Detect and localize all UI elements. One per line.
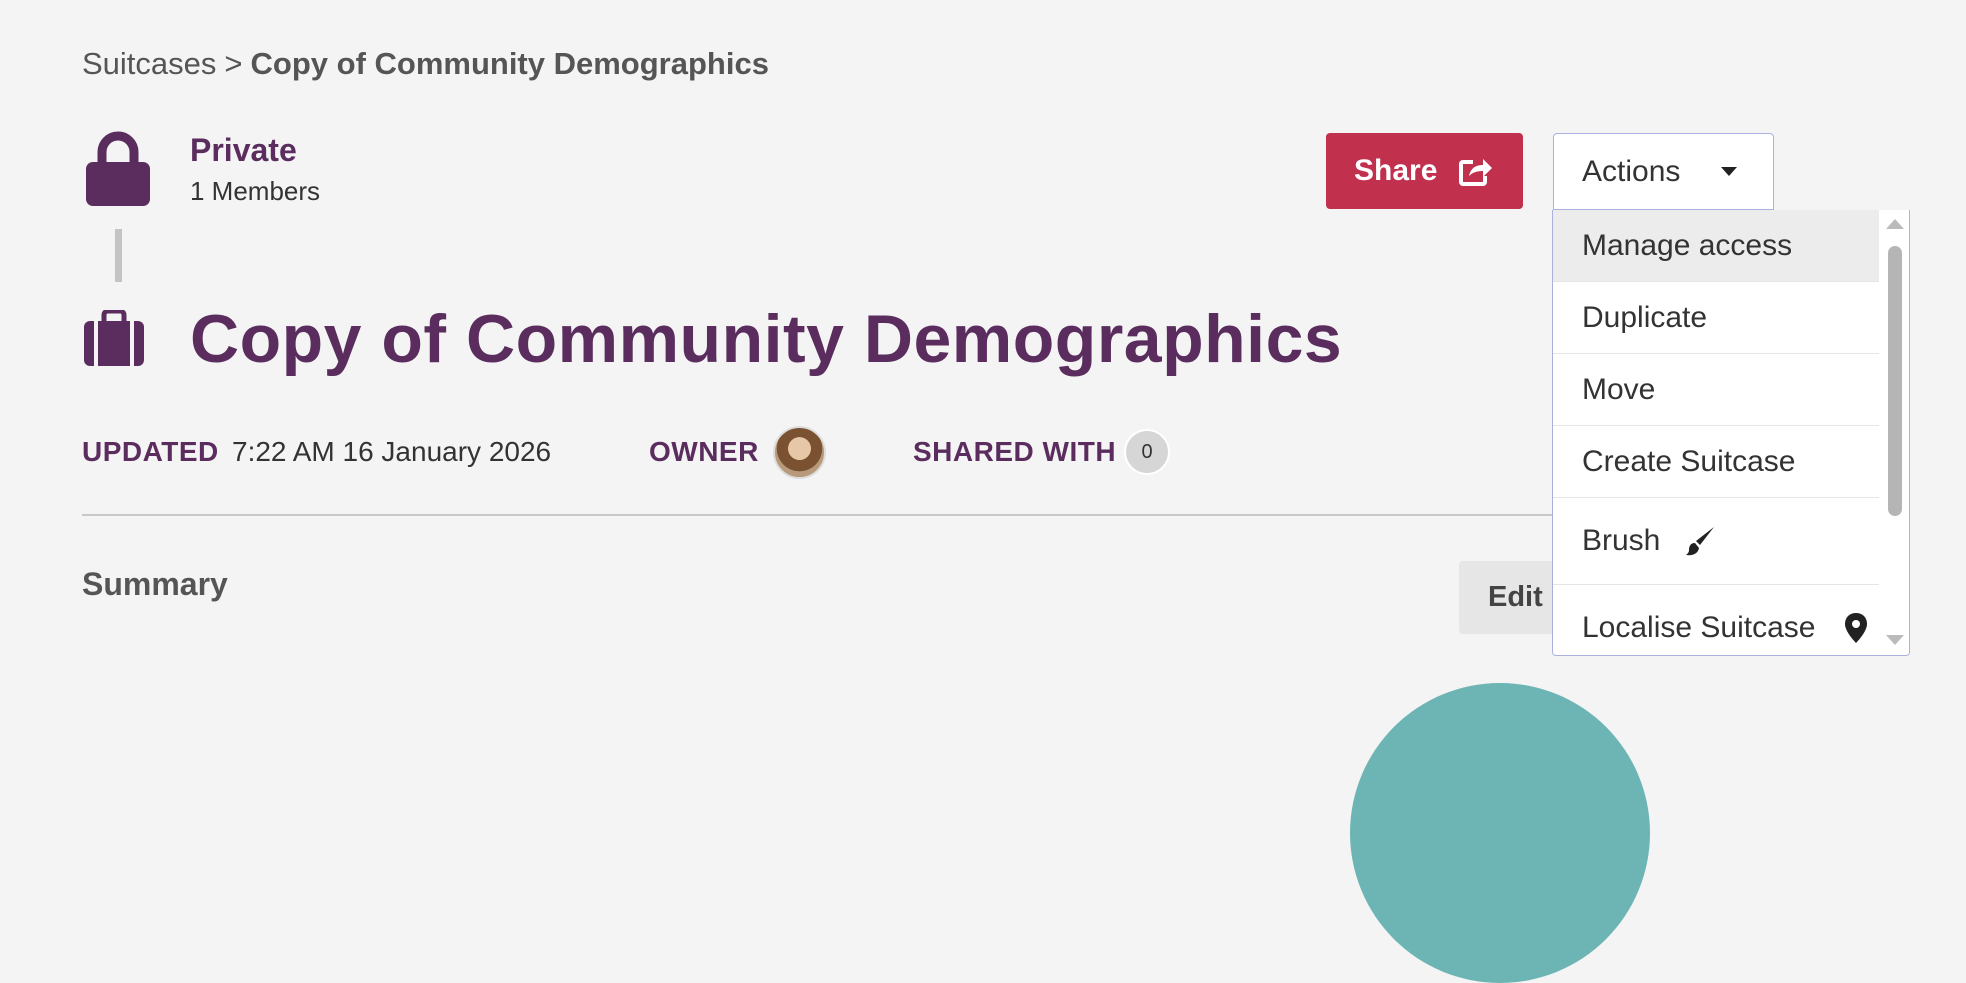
menu-item-move[interactable]: Move bbox=[1553, 354, 1880, 426]
menu-item-create-suitcase[interactable]: Create Suitcase bbox=[1553, 426, 1880, 498]
summary-title: Summary bbox=[82, 566, 228, 602]
actions-label: Actions bbox=[1582, 154, 1681, 188]
menu-item-manage-access[interactable]: Manage access bbox=[1553, 210, 1880, 282]
connector-line bbox=[115, 229, 122, 282]
shared-with-label: SHARED WITH bbox=[913, 436, 1117, 467]
menu-item-duplicate[interactable]: Duplicate bbox=[1553, 282, 1880, 354]
updated-label: UPDATED bbox=[82, 436, 219, 467]
breadcrumb-link-suitcases[interactable]: Suitcases bbox=[82, 46, 216, 81]
menu-item-label: Duplicate bbox=[1582, 300, 1708, 334]
breadcrumb: Suitcases > Copy of Community Demographics bbox=[82, 46, 769, 82]
menu-scrollbar[interactable] bbox=[1879, 210, 1909, 655]
share-icon bbox=[1459, 159, 1493, 186]
owner-avatar[interactable] bbox=[773, 426, 826, 479]
menu-item-label: Manage access bbox=[1582, 228, 1793, 262]
suitcase-icon bbox=[84, 310, 144, 366]
actions-menu: Manage access Duplicate Move Create Suit… bbox=[1552, 210, 1910, 656]
breadcrumb-current: Copy of Community Demographics bbox=[250, 46, 769, 81]
owner-label: OWNER bbox=[649, 436, 759, 467]
menu-item-label: Move bbox=[1582, 372, 1656, 406]
page-title: Copy of Community Demographics bbox=[190, 301, 1343, 377]
breadcrumb-separator: > bbox=[224, 46, 243, 81]
share-button-label: Share bbox=[1354, 154, 1438, 187]
divider bbox=[82, 514, 1552, 516]
decorative-circle bbox=[1350, 683, 1650, 983]
menu-item-localise-suitcase[interactable]: Localise Suitcase bbox=[1553, 585, 1880, 655]
scroll-up-arrow-icon[interactable] bbox=[1886, 219, 1904, 229]
caret-down-icon bbox=[1721, 167, 1737, 176]
privacy-label: Private bbox=[190, 132, 297, 168]
lock-icon bbox=[86, 131, 150, 206]
scroll-down-arrow-icon[interactable] bbox=[1886, 635, 1904, 645]
members-count: 1 Members bbox=[190, 176, 321, 206]
menu-item-label: Create Suitcase bbox=[1582, 444, 1796, 478]
brush-icon bbox=[1686, 527, 1715, 556]
menu-item-label: Brush bbox=[1582, 524, 1661, 557]
scroll-thumb[interactable] bbox=[1888, 246, 1902, 516]
map-pin-icon bbox=[1845, 613, 1868, 643]
actions-dropdown-button[interactable]: Actions bbox=[1553, 133, 1774, 210]
menu-item-label: Localise Suitcase bbox=[1582, 611, 1816, 644]
updated-value: 7:22 AM 16 January 2026 bbox=[232, 436, 552, 467]
shared-count-badge[interactable]: 0 bbox=[1124, 429, 1170, 475]
menu-item-brush[interactable]: Brush bbox=[1553, 498, 1880, 585]
share-button[interactable]: Share bbox=[1326, 133, 1523, 209]
